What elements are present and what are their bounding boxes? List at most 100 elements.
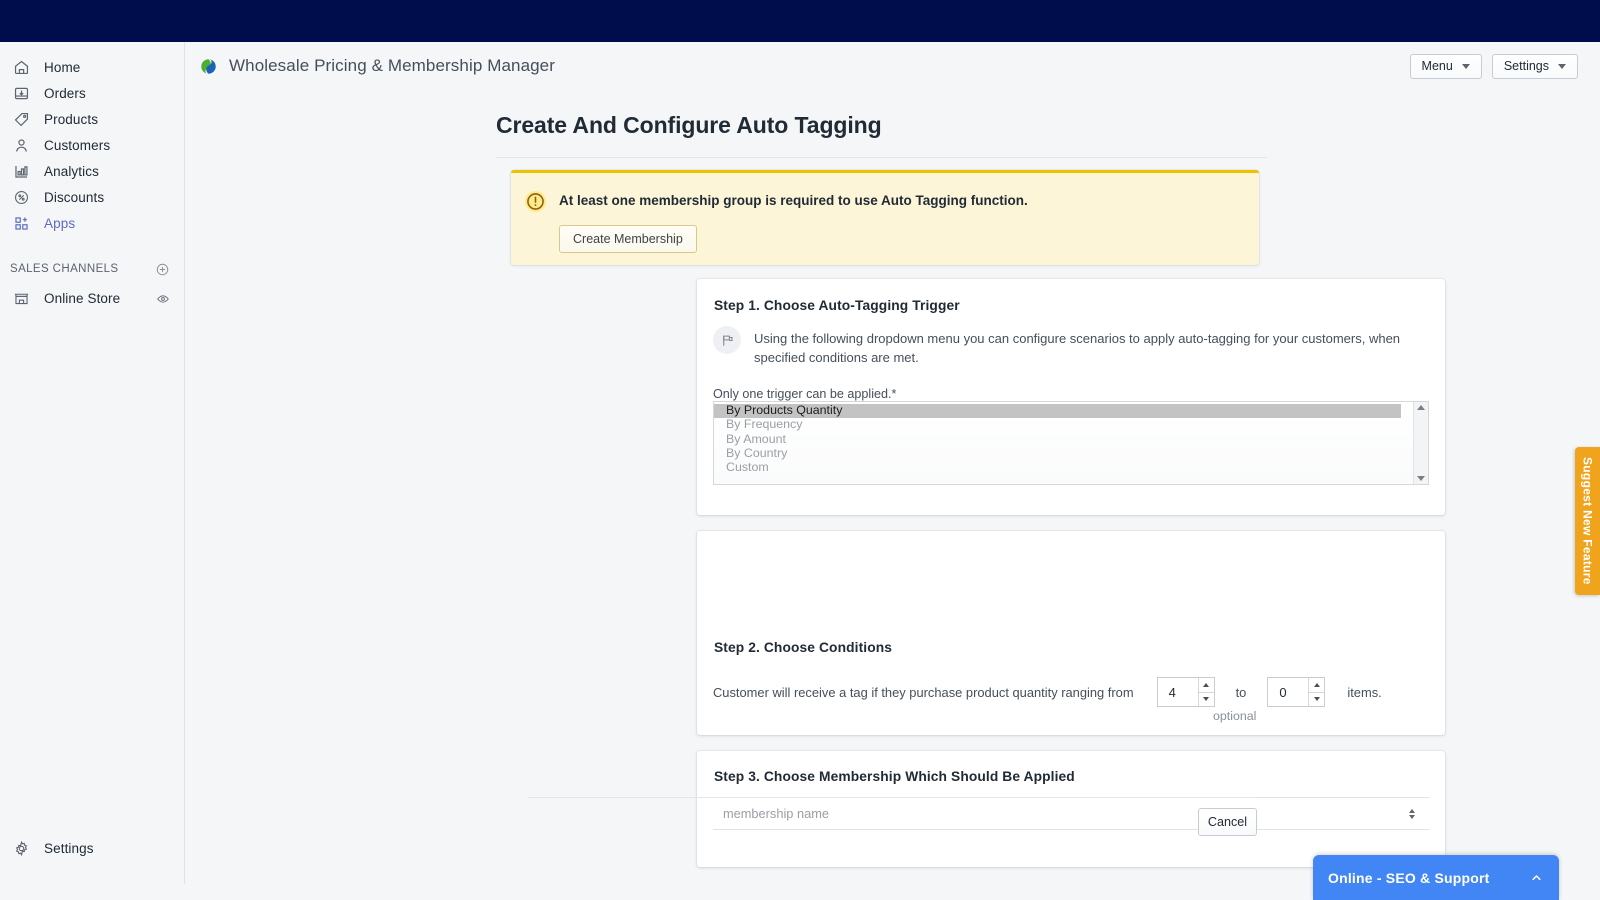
listbox-scrollbar[interactable] (1413, 402, 1428, 484)
app-title: Wholesale Pricing & Membership Manager (229, 56, 555, 76)
membership-select[interactable]: membership name (713, 797, 1429, 830)
chat-support-widget[interactable]: Online - SEO & Support (1313, 855, 1559, 900)
main-content: Create And Configure Auto Tagging At lea… (185, 90, 1600, 900)
step-1-hint: Using the following dropdown menu you ca… (713, 326, 1429, 367)
sidebar-item-apps[interactable]: Apps (0, 211, 184, 236)
list-item[interactable]: By Frequency (714, 418, 1401, 432)
chevron-up-icon[interactable] (1529, 870, 1544, 885)
page-title: Create And Configure Auto Tagging (496, 112, 882, 139)
step-1-title: Step 1. Choose Auto-Tagging Trigger (714, 298, 960, 313)
header-actions: Menu Settings (1410, 54, 1578, 79)
caret-down-icon (1314, 697, 1320, 701)
app-header: Wholesale Pricing & Membership Manager M… (185, 42, 1600, 90)
caret-down-icon (1203, 697, 1209, 701)
stepper-decrement-button[interactable] (1199, 693, 1214, 707)
chevron-down-icon (1558, 64, 1566, 69)
suggest-new-feature-label: Suggest New Feature (1581, 457, 1595, 585)
list-item[interactable]: By Country (714, 447, 1401, 461)
step-3-title: Step 3. Choose Membership Which Should B… (714, 769, 1075, 784)
sidebar-item-label: Products (44, 112, 98, 127)
chat-widget-label: Online - SEO & Support (1328, 870, 1529, 886)
quantity-to-spinner[interactable] (1308, 678, 1324, 706)
sidebar-item-home[interactable]: Home (0, 55, 184, 80)
analytics-bar-chart-icon (10, 162, 32, 182)
sidebar-item-customers[interactable]: Customers (0, 133, 184, 158)
caret-up-icon (1314, 683, 1320, 687)
list-item[interactable]: By Products Quantity (714, 404, 1401, 418)
sidebar-item-label: Discounts (44, 190, 104, 205)
plus-circle-icon[interactable] (155, 262, 170, 277)
app-brand: Wholesale Pricing & Membership Manager (200, 56, 555, 76)
stepper-increment-button[interactable] (1199, 678, 1214, 693)
sidebar-item-settings[interactable]: Settings (0, 836, 184, 861)
apps-grid-icon (10, 214, 32, 234)
banner-message: At least one membership group is require… (559, 191, 1259, 211)
sidebar-item-label: Online Store (44, 291, 156, 306)
sidebar-item-label: Settings (44, 841, 94, 856)
sidebar-item-label: Analytics (44, 164, 99, 179)
trigger-listbox[interactable]: By Products Quantity By Frequency By Amo… (713, 401, 1429, 485)
sidebar-item-discounts[interactable]: Discounts (0, 185, 184, 210)
step-2-card: Step 2. Choose Conditions Customer will … (697, 531, 1445, 735)
alert-circle-icon (525, 191, 546, 212)
sales-channels-section-header: SALES CHANNELS (0, 258, 184, 280)
home-icon (10, 58, 32, 78)
sidebar-item-label: Customers (44, 138, 110, 153)
sidebar-item-products[interactable]: Products (0, 107, 184, 132)
sidebar-item-label: Apps (44, 216, 75, 231)
range-to-label: to (1236, 685, 1247, 700)
select-updown-icon (1409, 809, 1415, 819)
top-navigation-bar (0, 0, 1600, 42)
sidebar-item-label: Home (44, 60, 80, 75)
sidebar-item-analytics[interactable]: Analytics (0, 159, 184, 184)
trigger-field-label: Only one trigger can be applied.* (713, 387, 896, 401)
scroll-up-arrow-icon[interactable] (1417, 405, 1425, 410)
scroll-down-arrow-icon[interactable] (1417, 476, 1425, 481)
optional-label: optional (1213, 709, 1256, 723)
suggest-new-feature-tab[interactable]: Suggest New Feature (1575, 447, 1600, 595)
sidebar: Home Orders Products (0, 42, 185, 884)
trigger-listbox-options: By Products Quantity By Frequency By Amo… (714, 402, 1401, 475)
menu-button-label: Menu (1422, 59, 1453, 73)
stepper-increment-button[interactable] (1309, 678, 1324, 693)
quantity-from-stepper[interactable]: 4 (1157, 677, 1215, 707)
products-tag-icon (10, 110, 32, 130)
cancel-button[interactable]: Cancel (1198, 808, 1257, 836)
step-1-card: Step 1. Choose Auto-Tagging Trigger Usin… (697, 279, 1445, 515)
quantity-from-spinner[interactable] (1198, 678, 1214, 706)
step-1-description: Using the following dropdown menu you ca… (754, 326, 1429, 367)
step-2-title: Step 2. Choose Conditions (714, 640, 892, 655)
list-item[interactable]: By Amount (714, 433, 1401, 447)
items-label: items. (1347, 685, 1381, 700)
list-item[interactable]: Custom (714, 461, 1401, 475)
sales-channels-title: SALES CHANNELS (10, 263, 119, 275)
sidebar-item-orders[interactable]: Orders (0, 81, 184, 106)
title-divider (496, 157, 1267, 158)
sidebar-footer: Settings (0, 836, 184, 862)
eye-icon[interactable] (156, 292, 170, 306)
flag-icon (713, 326, 741, 354)
orders-icon (10, 84, 32, 104)
quantity-from-value[interactable]: 4 (1158, 685, 1198, 700)
create-membership-button[interactable]: Create Membership (559, 225, 697, 253)
sidebar-nav-list: Home Orders Products (0, 42, 184, 311)
condition-text: Customer will receive a tag if they purc… (713, 685, 1134, 700)
store-icon (10, 289, 32, 309)
step-2-condition-row: Customer will receive a tag if they purc… (713, 677, 1382, 707)
quantity-to-value[interactable]: 0 (1268, 685, 1308, 700)
footer-divider (528, 797, 1258, 798)
menu-button[interactable]: Menu (1410, 54, 1482, 79)
sidebar-item-label: Orders (44, 86, 86, 101)
membership-required-banner: At least one membership group is require… (511, 170, 1259, 265)
step-3-card: Step 3. Choose Membership Which Should B… (697, 751, 1445, 867)
chevron-down-icon (1462, 64, 1470, 69)
quantity-to-stepper[interactable]: 0 (1267, 677, 1325, 707)
customers-icon (10, 136, 32, 156)
stepper-decrement-button[interactable] (1309, 693, 1324, 707)
caret-up-icon (1203, 683, 1209, 687)
sidebar-item-online-store[interactable]: Online Store (0, 286, 184, 311)
discounts-percent-icon (10, 188, 32, 208)
gear-icon (10, 839, 32, 859)
settings-button[interactable]: Settings (1492, 54, 1578, 79)
settings-button-label: Settings (1504, 59, 1549, 73)
